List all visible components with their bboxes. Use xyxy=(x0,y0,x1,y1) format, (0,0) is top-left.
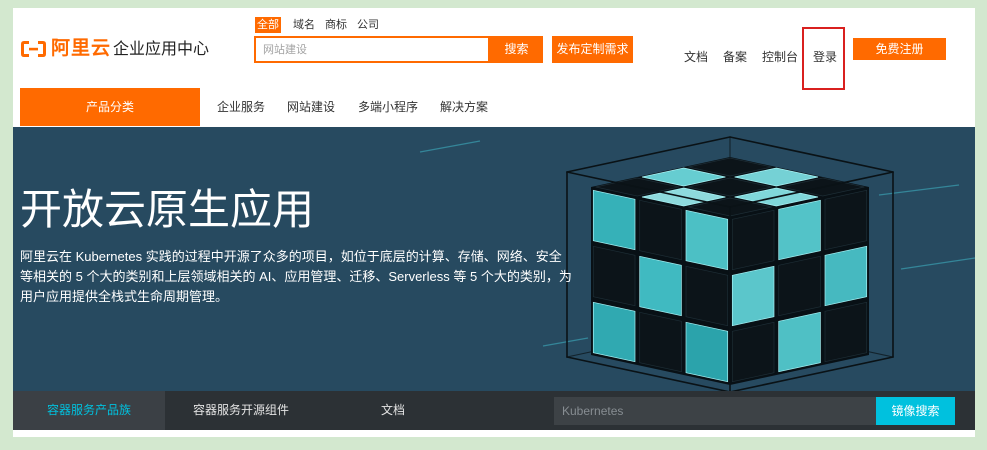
tab-open-source-components[interactable]: 容器服务开源组件 xyxy=(165,391,317,430)
publish-request-button[interactable]: 发布定制需求 xyxy=(552,36,633,63)
cube-illustration xyxy=(566,136,894,391)
cube-right-tile xyxy=(731,321,775,383)
decorative-line xyxy=(419,140,481,153)
decorative-line xyxy=(542,337,589,347)
cube-left-tile xyxy=(639,255,682,317)
banner-description-line: 用户应用提供全栈式生命周期管理。 xyxy=(20,289,229,304)
main-nav-solutions[interactable]: 解决方案 xyxy=(440,88,488,126)
search-tab-all[interactable]: 全部 xyxy=(255,17,281,33)
cube-right-tile xyxy=(824,189,868,251)
banner-description-line: 阿里云在 Kubernetes 实践的过程中开源了众多的项目，如位于底层的计算、… xyxy=(20,249,562,264)
cube-right-tile xyxy=(778,311,821,373)
search-input[interactable] xyxy=(254,36,490,63)
image-search-input[interactable] xyxy=(554,397,876,425)
cube-right-tile xyxy=(731,209,775,271)
cube-right-tile xyxy=(824,245,868,307)
search-tab-domain[interactable]: 域名 xyxy=(293,17,315,33)
search-tab-trademark[interactable]: 商标 xyxy=(325,17,347,33)
product-category-button[interactable]: 产品分类 xyxy=(20,88,200,126)
cube-right-tile xyxy=(778,199,821,261)
cube-right-tile xyxy=(731,265,775,327)
main-nav-enterprise-services[interactable]: 企业服务 xyxy=(217,88,265,126)
nav-link-console[interactable]: 控制台 xyxy=(762,49,798,65)
cube-left-tile xyxy=(639,311,682,373)
cube-left-tile xyxy=(592,245,636,307)
main-nav-mini-programs[interactable]: 多端小程序 xyxy=(358,88,418,126)
aliyun-logo-icon[interactable] xyxy=(20,40,47,58)
cube-left-tile xyxy=(685,321,729,383)
highlight-annotation-box xyxy=(802,27,845,90)
banner-title: 开放云原生应用 xyxy=(20,186,315,233)
search-button[interactable]: 搜索 xyxy=(490,36,543,63)
site-title: 企业应用中心 xyxy=(113,41,210,58)
cube-right-tile xyxy=(824,301,868,363)
container-service-bar: 容器服务产品族 容器服务开源组件 文档 镜像搜索 xyxy=(13,391,975,430)
cube-left-tile xyxy=(592,301,636,363)
nav-link-filing[interactable]: 备案 xyxy=(723,49,747,65)
nav-link-docs[interactable]: 文档 xyxy=(684,49,708,65)
register-button[interactable]: 免费注册 xyxy=(853,38,946,60)
cube-left-tile xyxy=(639,199,682,261)
main-nav-website-building[interactable]: 网站建设 xyxy=(287,88,335,126)
cube-left-tile xyxy=(685,265,729,327)
cube-left-tile xyxy=(685,209,729,271)
banner-description-line: 等相关的 5 个大的类别和上层领域相关的 AI、应用管理、迁移、Serverle… xyxy=(20,269,572,284)
tab-docs[interactable]: 文档 xyxy=(317,391,469,430)
cube-right-tile xyxy=(778,255,821,317)
banner-description: 阿里云在 Kubernetes 实践的过程中开源了众多的项目，如位于底层的计算、… xyxy=(20,247,572,307)
logo-brand-text[interactable]: 阿里云 xyxy=(51,37,111,61)
image-search-button[interactable]: 镜像搜索 xyxy=(876,397,955,425)
hero-banner: 开放云原生应用 阿里云在 Kubernetes 实践的过程中开源了众多的项目，如… xyxy=(13,127,975,391)
decorative-line xyxy=(878,184,960,196)
cube-left-tile xyxy=(592,189,636,251)
decorative-line xyxy=(900,257,975,270)
tab-container-products[interactable]: 容器服务产品族 xyxy=(13,391,165,430)
page: 阿里云 企业应用中心 全部 域名 商标 公司 搜索 发布定制需求 文档 备案 控… xyxy=(13,8,975,437)
search-tab-company[interactable]: 公司 xyxy=(357,17,379,33)
